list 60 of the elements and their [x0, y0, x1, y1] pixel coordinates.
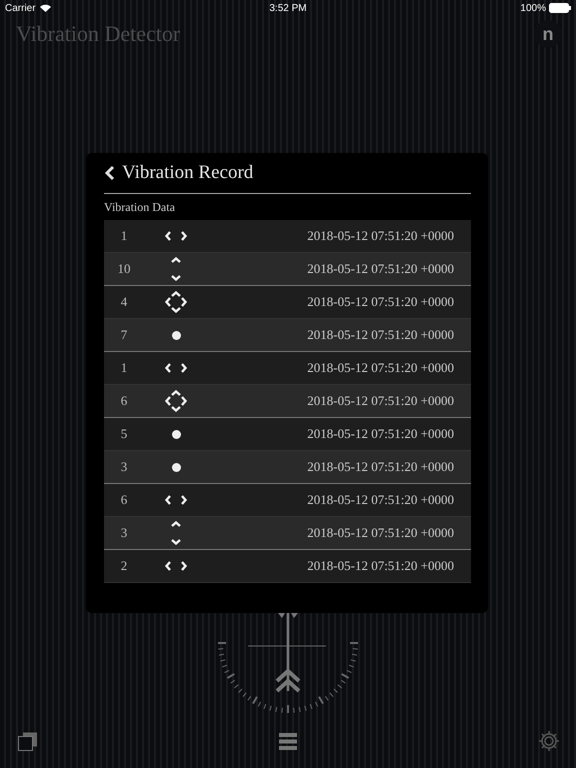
record-row[interactable]: 6 2018-05-12 07:51:20 +0000	[104, 484, 471, 517]
record-row[interactable]: 5 2018-05-12 07:51:20 +0000	[104, 418, 471, 451]
four-way-arrows-icon	[165, 390, 187, 412]
record-time: 2018-05-12 07:51:20 +0000	[306, 558, 455, 574]
menu-icon	[279, 732, 297, 750]
left-right-arrows-icon	[165, 560, 187, 572]
settings-button[interactable]	[538, 730, 560, 752]
dot-icon	[172, 430, 180, 438]
app-title: Vibration Detector	[16, 21, 180, 47]
record-row[interactable]: 6 2018-05-12 07:51:20 +0000	[104, 385, 471, 418]
record-time: 2018-05-12 07:51:20 +0000	[306, 228, 455, 244]
left-right-arrows-icon	[165, 230, 187, 242]
panel-title: Vibration Record	[122, 162, 254, 184]
carrier-label: Carrier	[5, 2, 36, 14]
vibration-count: 4	[120, 294, 128, 310]
record-time: 2018-05-12 07:51:20 +0000	[306, 525, 455, 541]
dot-icon	[172, 330, 180, 340]
vibration-count: 3	[120, 525, 128, 541]
chevron-left-icon	[104, 165, 116, 181]
record-time: 2018-05-12 07:51:20 +0000	[306, 261, 455, 277]
menu-button[interactable]	[279, 732, 297, 750]
vibration-count: 7	[120, 327, 128, 343]
up-down-arrows-icon	[170, 521, 182, 545]
vibration-count: 6	[120, 393, 128, 409]
record-row[interactable]: 1 2018-05-12 07:51:20 +0000	[104, 352, 471, 385]
vibration-count: 6	[120, 492, 128, 508]
record-time: 2018-05-12 07:51:20 +0000	[306, 327, 455, 343]
record-time: 2018-05-12 07:51:20 +0000	[306, 360, 455, 376]
four-way-arrows-icon	[165, 291, 187, 313]
record-row[interactable]: 4 2018-05-12 07:51:20 +0000	[104, 286, 471, 319]
record-row[interactable]: 3 2018-05-12 07:51:20 +0000	[104, 451, 471, 484]
record-time: 2018-05-12 07:51:20 +0000	[306, 459, 455, 475]
settings-icon	[538, 730, 560, 752]
wifi-icon	[40, 4, 51, 12]
record-time: 2018-05-12 07:51:20 +0000	[306, 492, 455, 508]
section-label: Vibration Data	[104, 199, 176, 216]
vibration-count: 1	[120, 360, 128, 376]
record-row[interactable]: 3 2018-05-12 07:51:20 +0000	[104, 517, 471, 550]
record-time: 2018-05-12 07:51:20 +0000	[306, 426, 455, 442]
copy-icon	[18, 732, 38, 750]
battery-icon	[549, 3, 571, 13]
left-right-arrows-icon	[165, 494, 187, 506]
record-row[interactable]: 1 2018-05-12 07:51:20 +0000	[104, 220, 471, 253]
record-row[interactable]: 10 2018-05-12 07:51:20 +0000	[104, 253, 471, 286]
copy-button[interactable]	[18, 732, 38, 750]
left-right-arrows-icon	[165, 362, 187, 374]
vibration-count: 1	[120, 228, 128, 244]
record-row[interactable]: 2 2018-05-12 07:51:20 +0000	[104, 550, 471, 583]
record-row[interactable]: 7 2018-05-12 07:51:20 +0000	[104, 319, 471, 352]
up-down-arrows-icon	[170, 257, 182, 281]
dot-icon	[172, 462, 180, 472]
vibration-count: 10	[116, 261, 132, 277]
record-time: 2018-05-12 07:51:20 +0000	[306, 393, 455, 409]
vibration-count: 5	[120, 426, 128, 442]
vibration-count: 3	[120, 459, 128, 475]
back-button[interactable]	[104, 165, 116, 181]
vibration-count: 2	[120, 558, 128, 574]
battery-percent: 100%	[520, 2, 546, 14]
record-time: 2018-05-12 07:51:20 +0000	[306, 294, 455, 310]
clock: 3:52 PM	[269, 2, 307, 14]
